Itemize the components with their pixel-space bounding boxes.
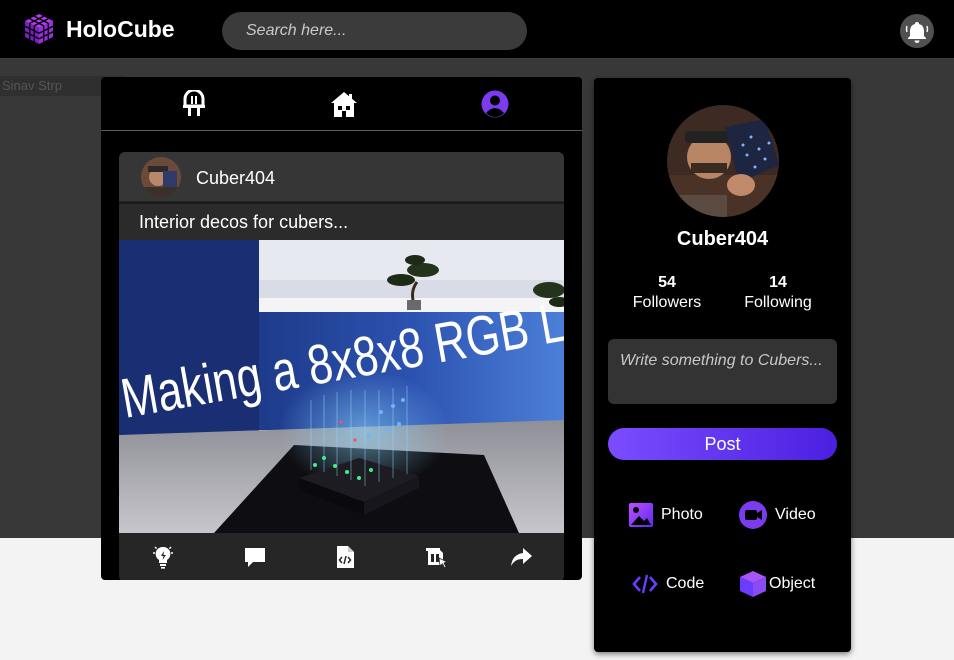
plug-icon[interactable] [180,90,208,118]
post-username[interactable]: Cuber404 [196,168,275,189]
video-label: Video [775,506,816,523]
lightbulb-icon[interactable] [150,544,176,570]
cube-icon [740,571,766,597]
code-option[interactable]: Code [632,569,704,599]
home-icon[interactable] [330,90,358,118]
post-caption: Interior decos for cubers... [119,204,564,240]
top-navbar: HoloCube [0,0,954,60]
profile-username: Cuber404 [676,228,769,250]
holocube-logo-icon[interactable] [22,12,56,46]
photo-option[interactable]: Photo [629,500,703,530]
followers-stat[interactable]: 54 Followers [612,274,722,312]
profile-avatar[interactable] [667,105,779,217]
following-count: 14 [769,274,787,291]
video-camera-icon [739,501,767,529]
followers-label: Followers [632,294,702,311]
feed-panel: Cuber404 Interior decos for cubers... Ma… [101,77,582,580]
search-input[interactable] [222,12,527,50]
post-image[interactable]: Making a 8x8x8 RGB LED Cu [119,240,564,533]
comment-icon[interactable] [242,544,268,570]
post-card: Cuber404 Interior decos for cubers... Ma… [119,152,564,580]
following-label: Following [744,294,812,311]
profile-icon[interactable] [481,90,509,118]
post-button[interactable]: Post [608,428,837,460]
followers-count: 54 [658,274,676,291]
code-icon [632,574,658,594]
object-label: Object [769,575,816,592]
photo-icon [629,503,653,527]
compose-input[interactable] [608,339,837,404]
code-label: Code [666,575,705,592]
video-option[interactable]: Video [739,500,816,530]
bell-icon [905,22,929,43]
profile-panel: Cuber404 54 Followers 14 Following Post … [594,78,851,652]
following-stat[interactable]: 14 Following [723,274,833,312]
feed-nav [101,77,582,131]
ar-view-icon[interactable] [423,544,449,570]
object-option[interactable]: Object [739,569,815,599]
notifications-button[interactable] [900,14,934,48]
avatar[interactable] [141,157,181,197]
code-file-icon[interactable] [332,544,358,570]
post-header: Cuber404 [119,152,564,202]
share-icon[interactable] [508,544,534,570]
brand-name: HoloCube [66,16,175,42]
post-actions [119,533,564,580]
photo-label: Photo [661,506,703,523]
